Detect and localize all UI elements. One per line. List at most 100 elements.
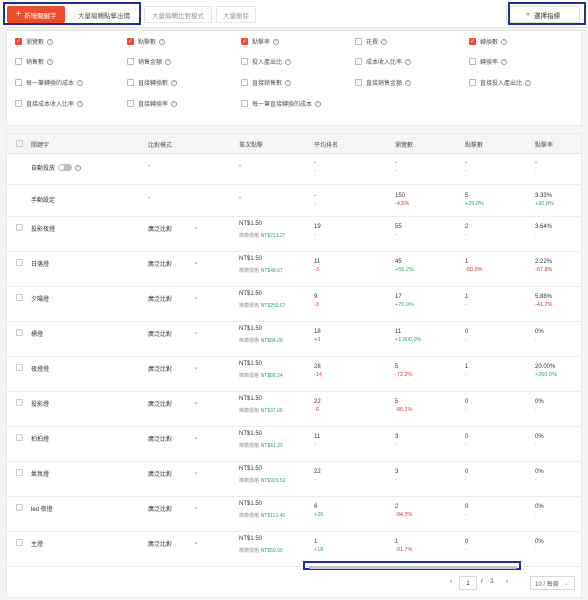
chevron-down-icon[interactable]: ⌄ — [193, 538, 199, 546]
metric-option-6[interactable]: 銷售金額? — [127, 57, 172, 66]
chevron-down-icon[interactable]: ⌄ — [193, 503, 199, 511]
metric-checkbox[interactable]: ✓ — [241, 38, 248, 45]
keyword-text: 夕陽燈 — [31, 297, 50, 303]
prev-page-icon[interactable]: ‹ — [450, 578, 452, 585]
metric-checkbox[interactable]: ✓ — [469, 38, 476, 45]
clicks-change: - — [465, 407, 467, 413]
metric-option-9[interactable]: 轉換率? — [469, 57, 508, 66]
suggested-price-value: NT$84.29 — [260, 338, 283, 344]
row-checkbox[interactable] — [16, 504, 23, 511]
metric-checkbox[interactable] — [355, 79, 362, 86]
bid-value[interactable]: NT$1.50 — [239, 396, 283, 402]
match-mode-select[interactable]: 廣泛比對 — [148, 469, 172, 478]
metric-checkbox[interactable] — [15, 100, 22, 107]
metric-option-14[interactable]: 直接投入產出比? — [469, 78, 532, 87]
bid-value[interactable]: NT$1.50 — [239, 221, 285, 227]
chevron-down-icon[interactable]: ⌄ — [193, 328, 199, 336]
metric-option-7[interactable]: 投入產出比? — [241, 57, 292, 66]
match-mode-select[interactable]: 廣泛比對 — [148, 434, 172, 443]
bid-value[interactable]: NT$1.50 — [239, 431, 283, 437]
chevron-down-icon[interactable]: ⌄ — [193, 468, 199, 476]
chevron-down-icon[interactable]: ⌄ — [193, 223, 199, 231]
metric-checkbox[interactable]: ✓ — [15, 38, 22, 45]
highlight-box-right — [508, 2, 586, 25]
chevron-down-icon[interactable]: ⌄ — [193, 258, 199, 266]
metric-checkbox[interactable]: ✓ — [127, 38, 134, 45]
chevron-down-icon[interactable]: ⌄ — [193, 293, 199, 301]
metric-option-12[interactable]: 直接銷售數? — [241, 78, 292, 87]
metric-option-2[interactable]: ✓ 點擊率? — [241, 37, 280, 46]
metric-option-17[interactable]: 每一筆直接轉換的成本? — [241, 99, 322, 108]
bid-value[interactable]: NT$1.50 — [239, 536, 283, 542]
scrollbar-thumb[interactable] — [309, 566, 517, 569]
bid-value[interactable]: NT$1.50 — [239, 326, 283, 332]
keyword-table: 關鍵字 比對模式 單次點擊 平均排名 瀏覽數 點擊數 點擊率 自動投放 ? - … — [6, 133, 582, 598]
ctr-change: - — [535, 232, 537, 238]
match-mode-select[interactable]: 廣泛比對 — [148, 329, 172, 338]
metric-option-5[interactable]: 銷售數? — [15, 57, 54, 66]
metric-checkbox[interactable] — [15, 58, 22, 65]
metric-option-15[interactable]: 直接成本收入比率? — [15, 99, 84, 108]
metric-checkbox[interactable] — [469, 58, 476, 65]
clicks-value: 0 — [465, 399, 469, 405]
metric-option-10[interactable]: 每一筆轉換的成本? — [15, 78, 84, 87]
metric-option-4[interactable]: ✓ 轉換數? — [469, 37, 508, 46]
row-checkbox[interactable] — [16, 329, 23, 336]
row-checkbox[interactable] — [16, 539, 23, 546]
auto-toggle[interactable] — [58, 164, 73, 171]
metric-option-13[interactable]: 直接銷售金額? — [355, 78, 412, 87]
chevron-down-icon[interactable]: ⌄ — [193, 363, 199, 371]
metric-option-8[interactable]: 成本收入比率? — [355, 57, 412, 66]
metric-checkbox[interactable] — [241, 100, 248, 107]
match-mode-select[interactable]: 廣泛比對 — [148, 504, 172, 513]
row-checkbox[interactable] — [16, 364, 23, 371]
row-checkbox[interactable] — [16, 224, 23, 231]
clicks-change: - — [465, 547, 467, 553]
match-mode-select[interactable]: 廣泛比對 — [148, 294, 172, 303]
row-checkbox[interactable] — [16, 469, 23, 476]
match-mode-select[interactable]: 廣泛比對 — [148, 399, 172, 408]
metric-option-0[interactable]: ✓ 瀏覽數? — [15, 37, 54, 46]
bulk-edit-match-button[interactable]: 大量編輯比對模式 — [144, 6, 212, 23]
metric-label: 銷售數 — [26, 60, 45, 66]
metric-checkbox[interactable] — [127, 58, 134, 65]
metric-label: 轉換率 — [480, 60, 499, 66]
row-checkbox[interactable] — [16, 259, 23, 266]
page-input[interactable]: 1 — [459, 576, 477, 590]
chevron-down-icon[interactable]: ⌄ — [193, 398, 199, 406]
metric-checkbox[interactable] — [355, 38, 362, 45]
help-icon: ? — [159, 38, 166, 45]
select-all-checkbox[interactable] — [16, 140, 23, 147]
bid-value[interactable]: NT$1.50 — [239, 466, 285, 472]
row-checkbox[interactable] — [16, 434, 23, 441]
row-checkbox[interactable] — [16, 294, 23, 301]
match-mode-select[interactable]: 廣泛比對 — [148, 224, 172, 233]
next-page-icon[interactable]: › — [506, 578, 508, 585]
metric-option-1[interactable]: ✓ 點擊數? — [127, 37, 166, 46]
chevron-down-icon[interactable]: ⌄ — [193, 433, 199, 441]
bid-value[interactable]: NT$1.50 — [239, 501, 285, 507]
metric-option-3[interactable]: 花費? — [355, 37, 388, 46]
metric-option-11[interactable]: 直接轉換數? — [127, 78, 178, 87]
bid-value[interactable]: NT$1.50 — [239, 256, 283, 262]
metric-checkbox[interactable] — [15, 79, 22, 86]
horizontal-scrollbar[interactable] — [303, 561, 521, 570]
match-mode-select[interactable]: 廣泛比對 — [148, 539, 172, 548]
bulk-delete-button[interactable]: 大量刪除 — [216, 6, 256, 23]
metric-checkbox[interactable] — [241, 58, 248, 65]
help-icon: ? — [171, 100, 178, 107]
row-checkbox[interactable] — [16, 399, 23, 406]
metric-checkbox[interactable] — [127, 79, 134, 86]
match-mode-select[interactable]: 廣泛比對 — [148, 259, 172, 268]
metric-checkbox[interactable] — [355, 58, 362, 65]
match-mode-select[interactable]: 廣泛比對 — [148, 364, 172, 373]
clicks-value: 0 — [465, 539, 469, 545]
bid-value[interactable]: NT$1.50 — [239, 361, 283, 367]
metric-checkbox[interactable] — [469, 79, 476, 86]
rank-change: +25 — [314, 512, 324, 518]
bid-value[interactable]: NT$1.50 — [239, 291, 285, 297]
metric-option-16[interactable]: 直接轉換率? — [127, 99, 178, 108]
metric-checkbox[interactable] — [241, 79, 248, 86]
page-size-select[interactable]: 10 / 每頁 ⌄ — [530, 576, 575, 590]
metric-checkbox[interactable] — [127, 100, 134, 107]
